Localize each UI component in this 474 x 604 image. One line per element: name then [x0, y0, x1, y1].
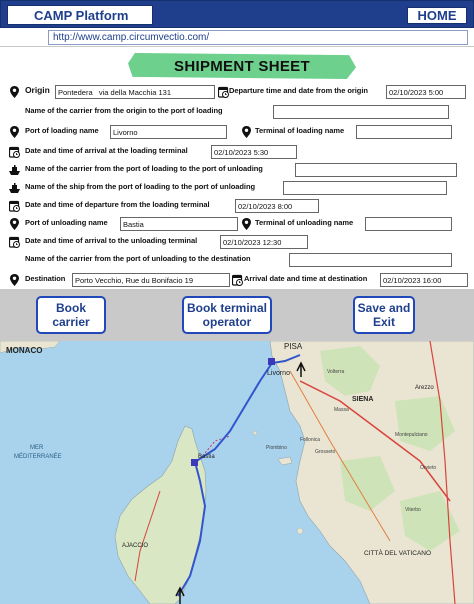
app-title: CAMP Platform	[7, 5, 153, 25]
terminal-unloading-label: Terminal of unloading name	[255, 218, 354, 227]
arrival-loading-field[interactable]	[211, 145, 297, 159]
row-origin: Origin Departure time and date from the …	[0, 84, 474, 101]
map-pin-icon	[10, 218, 19, 230]
ship-name-label: Name of the ship from the port of loadin…	[25, 182, 256, 191]
row-carrier-sea: Name of the carrier from the port of loa…	[0, 162, 474, 179]
label-orvieto: Orvieto	[420, 465, 436, 471]
carrier-origin-label: Name of the carrier from the origin to t…	[25, 106, 223, 115]
departure-loading-label: Date and time of departure from the load…	[25, 200, 210, 209]
arrival-loading-label: Date and time of arrival at the loading …	[25, 146, 188, 155]
island	[296, 527, 304, 535]
arrival-unloading-label: Date and time of arrival to the unloadin…	[25, 236, 198, 245]
action-bar: Book carrier Book terminal operator Save…	[0, 289, 474, 341]
row-ship-name: Name of the ship from the port of loadin…	[0, 180, 474, 197]
carrier-sea-label: Name of the carrier from the port of loa…	[25, 164, 263, 173]
label-citta-vaticano: CITTÀ DEL VATICANO	[364, 548, 431, 557]
island	[252, 430, 258, 436]
save-exit-button[interactable]: Save and Exit	[353, 296, 415, 334]
label-grosseto: Grosseto	[315, 449, 336, 455]
label-livorno: Livorno	[267, 370, 290, 377]
arrival-unloading-field[interactable]	[220, 235, 308, 249]
label-volterra: Volterra	[327, 369, 344, 375]
label-bastia: Bastia	[198, 454, 215, 460]
arrival-destination-label: Arrival date and time at destination	[244, 274, 368, 283]
shipment-sheet-banner: SHIPMENT SHEET	[128, 53, 356, 79]
map-pin-icon	[10, 274, 19, 286]
home-button[interactable]: HOME	[407, 7, 467, 24]
ship-icon	[9, 183, 20, 193]
origin-field[interactable]	[55, 85, 215, 99]
label-mer: MER	[30, 445, 44, 451]
row-carrier-destination: Name of the carrier from the port of unl…	[0, 252, 474, 269]
arrival-destination-field[interactable]	[380, 273, 468, 287]
book-carrier-button[interactable]: Book carrier	[36, 296, 106, 334]
row-arrival-loading: Date and time of arrival at the loading …	[0, 144, 474, 161]
ship-icon	[9, 165, 20, 175]
calendar-clock-icon	[9, 236, 20, 248]
label-follonica: Follonica	[300, 437, 320, 443]
departure-origin-field[interactable]	[386, 85, 466, 99]
label-pisa: PISA	[284, 342, 303, 351]
carrier-origin-field[interactable]	[273, 105, 449, 119]
departure-origin-label: Departure time and date from the origin	[229, 86, 368, 95]
map-pin-icon	[10, 126, 19, 138]
port-loading-field[interactable]	[110, 125, 227, 139]
port-unloading-field[interactable]	[120, 217, 238, 231]
departure-loading-field[interactable]	[235, 199, 319, 213]
route-map[interactable]: MONACO MER MÉDITERRANÉE PISA Livorno Vol…	[0, 341, 474, 604]
calendar-clock-icon	[232, 274, 243, 286]
terminal-loading-label: Terminal of loading name	[255, 126, 345, 135]
map-pin-icon	[10, 86, 19, 98]
livorno-port-marker	[268, 358, 275, 365]
shipment-form: SHIPMENT SHEET Origin Departure time and…	[0, 47, 474, 289]
destination-field[interactable]	[72, 273, 230, 287]
url-input[interactable]	[48, 30, 468, 45]
calendar-clock-icon	[218, 86, 229, 98]
carrier-destination-field[interactable]	[289, 253, 452, 267]
calendar-clock-icon	[9, 200, 20, 212]
destination-label: Destination	[25, 274, 66, 283]
origin-label: Origin	[25, 85, 50, 95]
label-montepulciano: Montepulciano	[395, 432, 428, 438]
map-canvas: MONACO MER MÉDITERRANÉE PISA Livorno Vol…	[0, 341, 474, 604]
page-title: SHIPMENT SHEET	[174, 57, 310, 75]
label-viterbo: Viterbo	[405, 507, 421, 513]
map-pin-icon	[242, 218, 251, 230]
row-arrival-unloading: Date and time of arrival to the unloadin…	[0, 234, 474, 251]
row-port-unloading: Port of unloading name Terminal of unloa…	[0, 216, 474, 233]
row-departure-loading: Date and time of departure from the load…	[0, 198, 474, 215]
book-terminal-operator-button[interactable]: Book terminal operator	[182, 296, 272, 334]
label-arezzo: Arezzo	[415, 385, 434, 391]
terminal-unloading-field[interactable]	[365, 217, 452, 231]
map-pin-icon	[242, 126, 251, 138]
carrier-destination-label: Name of the carrier from the port of unl…	[25, 254, 251, 263]
label-piombino: Piombino	[266, 445, 287, 451]
label-monaco: MONACO	[6, 346, 42, 355]
bastia-port-marker	[191, 459, 198, 466]
label-mediterranee: MÉDITERRANÉE	[14, 453, 62, 460]
port-unloading-label: Port of unloading name	[25, 218, 108, 227]
label-ajaccio: AJACCIO	[122, 543, 148, 549]
terminal-loading-field[interactable]	[356, 125, 452, 139]
port-loading-label: Port of loading name	[25, 126, 99, 135]
label-siena: SIENA	[352, 396, 373, 403]
carrier-sea-field[interactable]	[295, 163, 457, 177]
ship-name-field[interactable]	[283, 181, 447, 195]
label-massa: Massa	[334, 407, 349, 413]
url-bar	[0, 28, 474, 47]
row-carrier-origin: Name of the carrier from the origin to t…	[0, 104, 474, 121]
calendar-clock-icon	[9, 146, 20, 158]
row-destination: Destination Arrival date and time at des…	[0, 272, 474, 289]
title-bar: CAMP Platform HOME	[0, 0, 474, 28]
row-port-loading: Port of loading name Terminal of loading…	[0, 124, 474, 141]
